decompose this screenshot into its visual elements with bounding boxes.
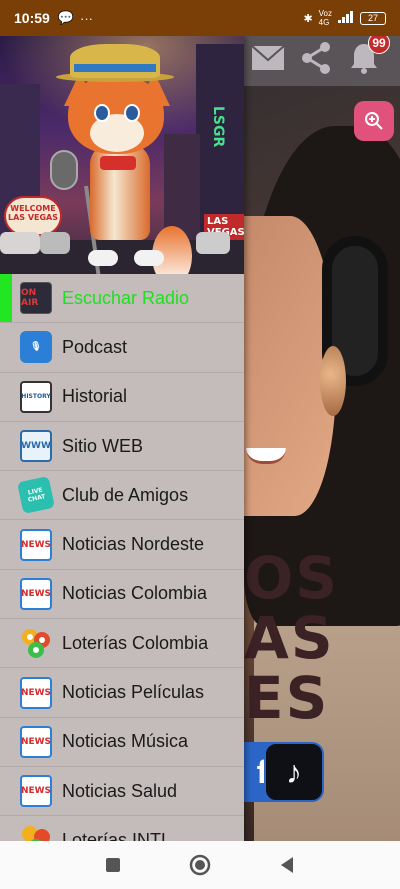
menu-item-label: Escuchar Radio xyxy=(62,287,190,308)
back-triangle-icon xyxy=(280,857,293,873)
menu-item-noticias-salud[interactable]: NEWS Noticias Salud xyxy=(0,767,244,817)
menu-item-club-de-amigos[interactable]: LIVE CHAT Club de Amigos xyxy=(0,471,244,521)
message-notification-icon: 💬 xyxy=(57,10,74,25)
menu-item-loterias-intl[interactable]: Loterías INTL xyxy=(0,816,244,841)
drawer-header-fox-mascot-image: LSGR WELCOME LAS VEGAS LAS VEGAS xyxy=(0,36,244,274)
history-icon: HISTORY xyxy=(20,380,52,413)
home-button[interactable] xyxy=(178,843,222,887)
promo-text-line-3: ES xyxy=(244,664,330,732)
menu-item-noticias-nordeste[interactable]: NEWS Noticias Nordeste xyxy=(0,520,244,570)
live-chat-icon: LIVE CHAT xyxy=(17,476,55,515)
battery-icon: 27 xyxy=(360,11,386,25)
menu-item-label: Historial xyxy=(62,386,128,407)
menu-item-escuchar-radio[interactable]: ON AIR Escuchar Radio xyxy=(0,274,244,324)
menu-item-label: Noticias Películas xyxy=(62,682,205,703)
mail-icon[interactable] xyxy=(248,44,288,78)
welcome-las-vegas-sign: WELCOME LAS VEGAS xyxy=(4,196,62,236)
promo-text-line-2: AS xyxy=(244,604,335,672)
status-time: 10:59 xyxy=(14,10,50,26)
news-icon: NEWS xyxy=(20,676,52,709)
status-bar: 10:59 💬 ··· ✱ Voz 4G 27 xyxy=(0,0,400,36)
news-icon: NEWS xyxy=(20,775,52,808)
menu-item-noticias-musica[interactable]: NEWS Noticias Música xyxy=(0,718,244,767)
share-icon[interactable] xyxy=(296,41,336,82)
navigation-drawer: LSGR WELCOME LAS VEGAS LAS VEGAS xyxy=(0,36,244,841)
menu-item-label: Sitio WEB xyxy=(62,435,144,456)
menu-item-label: Noticias Colombia xyxy=(62,583,208,604)
neon-sign: LSGR xyxy=(210,106,226,148)
news-icon: NEWS xyxy=(20,528,52,561)
app-screen: 10:59 💬 ··· ✱ Voz 4G 27 OS AS ES f ♪ 99 … xyxy=(0,0,400,889)
bluetooth-icon: ✱ xyxy=(303,12,313,25)
network-type: Voz 4G xyxy=(318,9,332,27)
more-notifications-indicator: ··· xyxy=(80,10,93,26)
tiktok-icon[interactable]: ♪ xyxy=(264,742,324,802)
back-button[interactable] xyxy=(265,843,309,887)
menu-item-label: Club de Amigos xyxy=(62,484,189,505)
menu-item-label: Podcast xyxy=(62,336,128,357)
menu-item-label: Loterías INTL xyxy=(62,829,172,841)
square-icon xyxy=(106,858,121,872)
podcast-icon: 🎙 xyxy=(20,331,52,364)
menu-item-noticias-colombia[interactable]: NEWS Noticias Colombia xyxy=(0,570,244,620)
top-toolbar: 99 xyxy=(244,31,400,86)
menu-item-label: Noticias Nordeste xyxy=(62,534,205,555)
website-icon: WWW xyxy=(20,430,52,463)
menu-item-loterias-colombia[interactable]: Loterías Colombia xyxy=(0,619,244,669)
on-air-radio-icon: ON AIR xyxy=(20,282,52,315)
home-circle-icon xyxy=(189,854,211,876)
news-icon: NEWS xyxy=(20,577,52,610)
lottery-balls-icon xyxy=(20,824,52,841)
zoom-in-button[interactable] xyxy=(354,101,394,141)
status-indicators: ✱ Voz 4G 27 xyxy=(303,9,386,27)
bell-icon[interactable]: 99 xyxy=(344,31,390,81)
system-navigation-bar xyxy=(0,841,400,889)
signal-icon xyxy=(338,10,354,26)
microphone-graphic xyxy=(50,150,78,190)
menu-item-sitio-web[interactable]: WWW Sitio WEB xyxy=(0,422,244,472)
lottery-balls-icon xyxy=(20,627,52,659)
menu-item-noticias-peliculas[interactable]: NEWS Noticias Películas xyxy=(0,668,244,718)
promo-text-line-1: OS xyxy=(244,544,340,612)
menu-item-podcast[interactable]: 🎙 Podcast xyxy=(0,323,244,373)
menu-item-label: Loterías Colombia xyxy=(62,632,209,653)
news-icon: NEWS xyxy=(20,725,52,758)
menu-item-label: Noticias Música xyxy=(62,731,189,752)
drawer-menu-list: ON AIR Escuchar Radio 🎙 Podcast HISTORY … xyxy=(0,274,244,841)
menu-item-label: Noticias Salud xyxy=(62,780,178,801)
zoom-in-icon xyxy=(365,112,383,130)
recent-apps-button[interactable] xyxy=(91,843,135,887)
menu-item-historial[interactable]: HISTORY Historial xyxy=(0,373,244,422)
